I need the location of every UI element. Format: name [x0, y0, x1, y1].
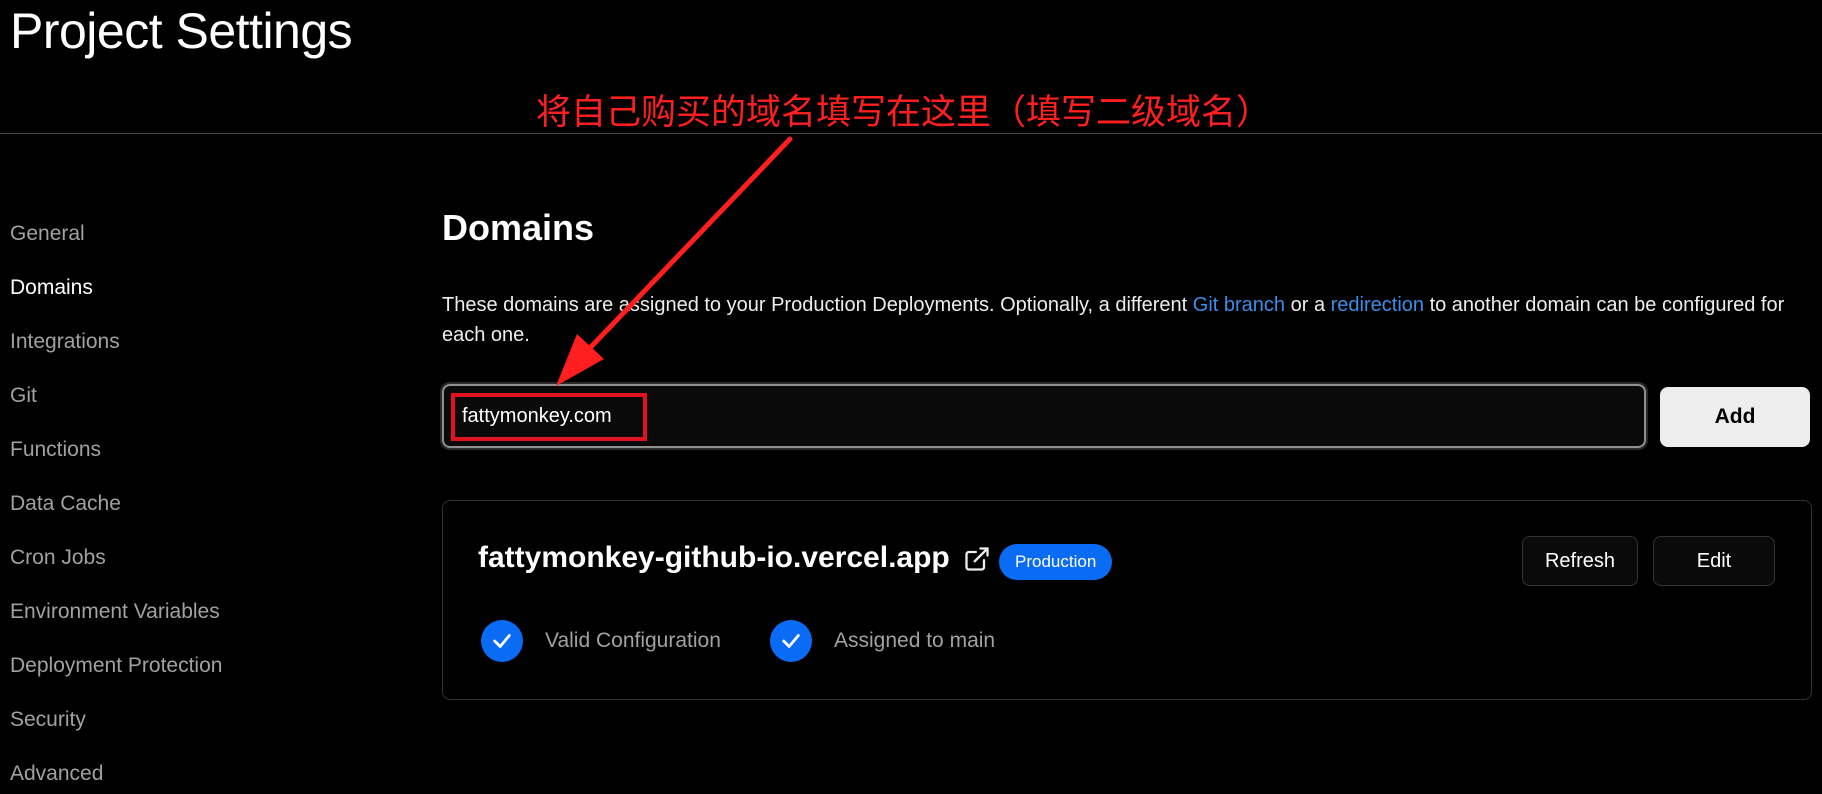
sidebar-item-integrations[interactable]: Integrations	[10, 322, 222, 376]
status-assigned-main: Assigned to main	[770, 619, 995, 663]
domain-name: fattymonkey-github-io.vercel.app	[478, 541, 950, 574]
status-valid-configuration: Valid Configuration	[481, 619, 721, 663]
description-text-2: or a	[1285, 294, 1331, 316]
sidebar-item-functions[interactable]: Functions	[10, 430, 222, 484]
edit-button[interactable]: Edit	[1653, 536, 1775, 586]
sidebar-item-data-cache[interactable]: Data Cache	[10, 484, 222, 538]
section-title: Domains	[442, 207, 595, 248]
check-icon	[481, 620, 523, 662]
project-settings-page: Project Settings 将自己购买的域名填写在这里（填写二级域名） G…	[0, 0, 1822, 794]
domain-card: fattymonkey-github-io.vercel.app Product…	[442, 500, 1812, 700]
page-title: Project Settings	[10, 3, 353, 59]
sidebar-item-deployment-protection[interactable]: Deployment Protection	[10, 646, 222, 700]
sidebar-item-general[interactable]: General	[10, 214, 222, 268]
status-label-assigned: Assigned to main	[834, 629, 996, 652]
add-domain-button[interactable]: Add	[1660, 387, 1810, 447]
external-link-icon[interactable]	[963, 545, 991, 573]
domains-description: These domains are assigned to your Produ…	[442, 290, 1812, 350]
sidebar-item-cron-jobs[interactable]: Cron Jobs	[10, 538, 222, 592]
status-label-valid: Valid Configuration	[545, 629, 721, 652]
check-icon	[770, 620, 812, 662]
sidebar-item-advanced[interactable]: Advanced	[10, 754, 222, 794]
sidebar-item-git[interactable]: Git	[10, 376, 222, 430]
sidebar-item-environment-variables[interactable]: Environment Variables	[10, 592, 222, 646]
redirection-link[interactable]: redirection	[1331, 294, 1424, 316]
production-badge: Production	[999, 544, 1113, 580]
description-text-1: These domains are assigned to your Produ…	[442, 294, 1193, 316]
git-branch-link[interactable]: Git branch	[1193, 294, 1285, 316]
refresh-button[interactable]: Refresh	[1522, 536, 1638, 586]
annotation-text: 将自己购买的域名填写在这里（填写二级域名）	[536, 93, 1272, 133]
header-divider	[0, 133, 1822, 134]
settings-sidebar: General Domains Integrations Git Functio…	[10, 214, 222, 794]
sidebar-item-security[interactable]: Security	[10, 700, 222, 754]
sidebar-item-domains[interactable]: Domains	[10, 268, 222, 322]
domain-input[interactable]	[444, 386, 1644, 446]
domain-input-container	[442, 384, 1646, 448]
